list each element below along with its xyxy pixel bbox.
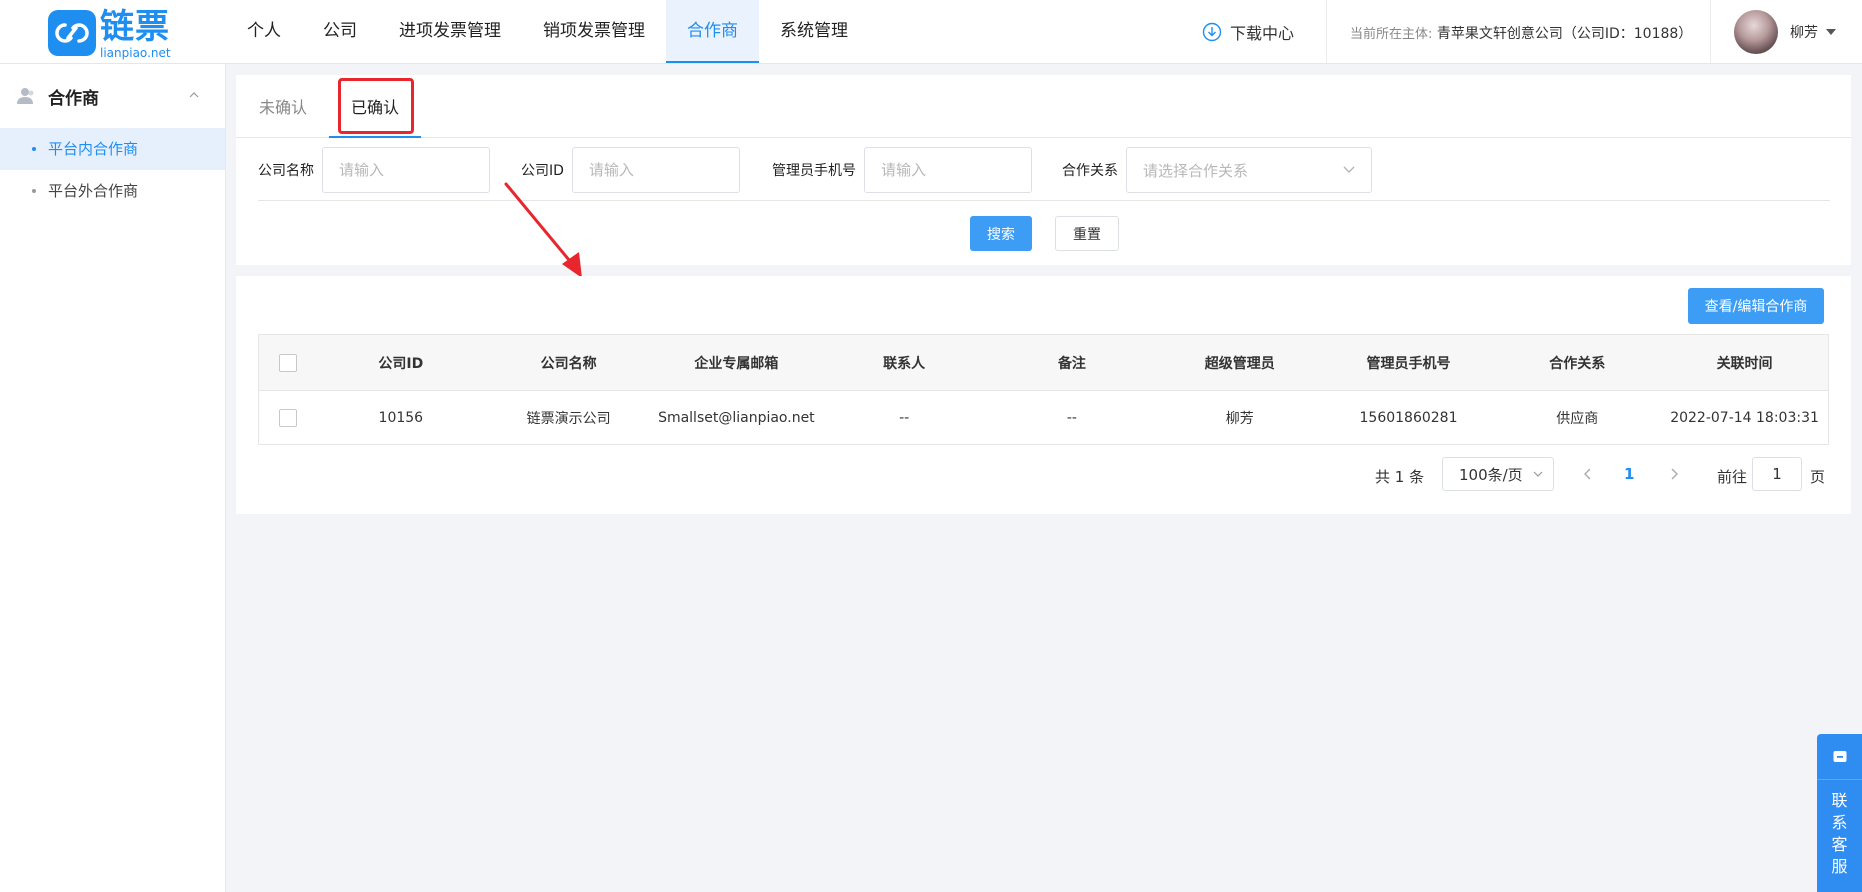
view-edit-partner-button[interactable]: 查看/编辑合作商	[1688, 288, 1824, 324]
header-divider	[1326, 0, 1327, 63]
table-row[interactable]: 10156 链票演示公司 Smallset@lianpiao.net -- --…	[259, 391, 1828, 444]
table-cell: 10156	[378, 409, 424, 426]
select-all-checkbox[interactable]	[278, 353, 297, 372]
table-cell: --	[1066, 409, 1077, 426]
nav-company[interactable]: 公司	[302, 0, 378, 63]
company-name-input[interactable]	[322, 147, 490, 193]
nav-partners[interactable]: 合作商	[666, 0, 759, 63]
column-header: 关联时间	[1716, 355, 1773, 372]
page-size-value: 100条/页	[1459, 465, 1523, 484]
user-icon	[17, 88, 34, 104]
relation-select-placeholder: 请选择合作关系	[1143, 161, 1249, 180]
customer-service-button[interactable]: 联系客服	[1817, 734, 1862, 892]
column-header: 公司名称	[540, 355, 597, 372]
pagination-total: 共 1 条	[1375, 468, 1425, 486]
current-entity: 当前所在主体: 青苹果文轩创意公司（公司ID：10188）	[1350, 23, 1692, 43]
column-header: 企业专属邮箱	[694, 355, 779, 372]
relation-select[interactable]: 请选择合作关系	[1126, 147, 1372, 193]
filter-label: 公司名称	[258, 163, 314, 179]
chat-icon	[1833, 750, 1846, 762]
column-header: 管理员手机号	[1366, 355, 1451, 372]
search-button[interactable]: 搜索	[970, 216, 1032, 251]
sidebar-group-partners[interactable]: 合作商	[0, 64, 225, 128]
goto-label: 前往	[1717, 468, 1748, 486]
column-header: 公司ID	[378, 355, 424, 372]
goto-page-input[interactable]	[1752, 457, 1802, 491]
partner-list-panel: 查看/编辑合作商 公司ID 公司名称 企业专属邮箱 联系人 备注 超级管理员 管…	[236, 276, 1851, 514]
sidebar-item-external-partners[interactable]: 平台外合作商	[0, 170, 225, 212]
partner-table: 公司ID 公司名称 企业专属邮箱 联系人 备注 超级管理员 管理员手机号 合作关…	[258, 334, 1829, 445]
column-header: 备注	[1057, 355, 1086, 372]
logo-domain: lianpiao.net	[100, 46, 171, 60]
avatar	[1734, 10, 1778, 54]
download-center-label: 下载中心	[1230, 24, 1295, 43]
table-cell: 2022-07-14 18:03:31	[1670, 409, 1819, 426]
logo-icon	[48, 10, 96, 56]
current-entity-label: 当前所在主体:	[1350, 27, 1433, 42]
column-header: 联系人	[883, 355, 926, 372]
filter-panel: 未确认 已确认 公司名称 公司ID 管理员手机号 合作关系 请选择合作关系 搜索…	[236, 75, 1851, 265]
filter-company-id: 公司ID	[521, 147, 740, 193]
filter-label: 公司ID	[521, 163, 564, 179]
table-cell: 供应商	[1556, 410, 1599, 427]
page-size-select[interactable]: 100条/页	[1442, 457, 1554, 491]
filter-divider	[258, 200, 1830, 201]
page-suffix: 页	[1810, 468, 1826, 486]
current-entity-value: 青苹果文轩创意公司（公司ID：10188）	[1436, 26, 1693, 42]
chevron-up-icon	[189, 92, 199, 98]
nav-input-invoice[interactable]: 进项发票管理	[378, 0, 522, 63]
chevron-down-icon	[1533, 471, 1543, 477]
company-id-input[interactable]	[571, 147, 740, 193]
download-icon	[1202, 22, 1222, 42]
filter-company-name: 公司名称	[258, 147, 490, 193]
tab-unconfirmed[interactable]: 未确认	[258, 75, 308, 138]
table-cell: 15601860281	[1359, 409, 1458, 426]
table-header: 公司ID 公司名称 企业专属邮箱 联系人 备注 超级管理员 管理员手机号 合作关…	[259, 335, 1828, 391]
logo[interactable]: 链票 lianpiao.net	[48, 10, 171, 60]
column-header: 超级管理员	[1204, 355, 1275, 372]
sidebar: 合作商 平台内合作商 平台外合作商	[0, 64, 226, 892]
row-checkbox[interactable]	[278, 408, 297, 427]
table-cell: 链票演示公司	[526, 410, 611, 427]
filter-label: 合作关系	[1062, 163, 1118, 179]
prev-page-icon[interactable]	[1581, 466, 1595, 482]
tab-confirmed[interactable]: 已确认	[329, 75, 421, 138]
table-cell: Smallset@lianpiao.net	[658, 409, 815, 426]
reset-button[interactable]: 重置	[1055, 216, 1119, 251]
nav-system[interactable]: 系统管理	[759, 0, 869, 63]
header-divider	[1710, 0, 1711, 63]
nav-output-invoice[interactable]: 销项发票管理	[522, 0, 666, 63]
filter-label: 管理员手机号	[772, 163, 856, 179]
table-cell: --	[899, 409, 910, 426]
user-menu[interactable]: 柳芳	[1734, 10, 1836, 54]
chevron-down-icon	[1343, 166, 1355, 173]
top-header: 链票 lianpiao.net 个人 公司 进项发票管理 销项发票管理 合作商 …	[0, 0, 1862, 64]
sidebar-item-platform-partners[interactable]: 平台内合作商	[0, 128, 225, 170]
logo-name: 链票	[100, 7, 170, 47]
next-page-icon[interactable]	[1667, 466, 1681, 482]
download-center-button[interactable]: 下载中心	[1202, 20, 1294, 44]
column-header: 合作关系	[1549, 355, 1606, 372]
table-cell: 柳芳	[1225, 410, 1254, 427]
page-number-current[interactable]: 1	[1624, 465, 1634, 483]
filter-admin-phone: 管理员手机号	[772, 147, 1032, 193]
customer-service-label: 联系客服	[1831, 791, 1848, 876]
main-nav: 个人 公司 进项发票管理 销项发票管理 合作商 系统管理	[226, 0, 869, 63]
user-name: 柳芳	[1790, 25, 1818, 41]
caret-down-icon	[1826, 29, 1836, 35]
filter-relation: 合作关系 请选择合作关系	[1062, 147, 1372, 193]
sidebar-group-title: 合作商	[48, 88, 99, 109]
status-tabs: 未确认 已确认	[236, 75, 1851, 138]
nav-personal[interactable]: 个人	[226, 0, 302, 63]
admin-phone-input[interactable]	[864, 147, 1032, 193]
